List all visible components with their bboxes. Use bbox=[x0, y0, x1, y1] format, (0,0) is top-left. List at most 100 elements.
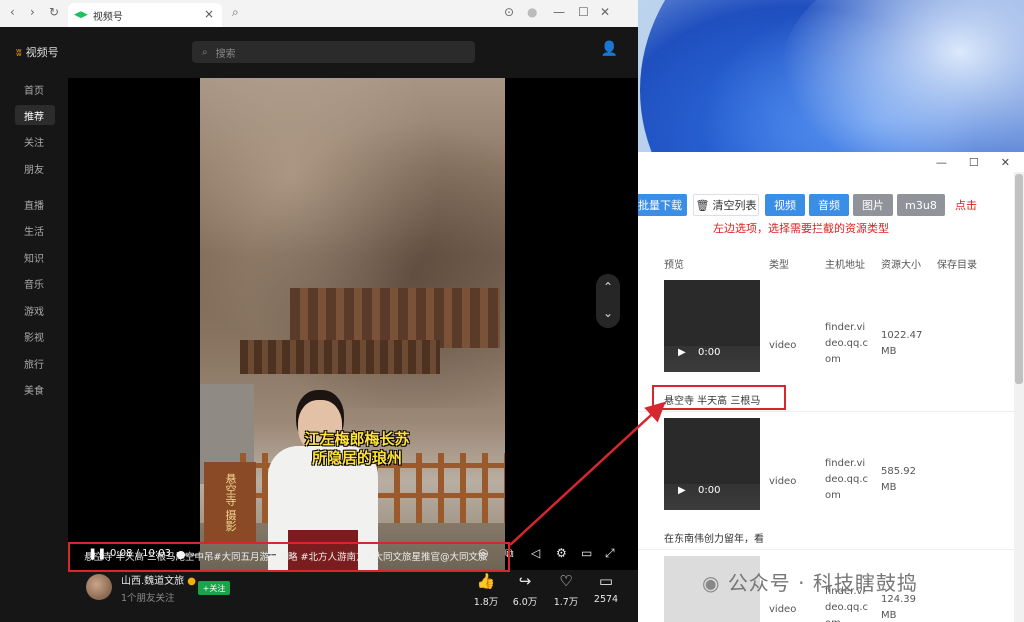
row-size: 1022.47 MB bbox=[881, 330, 923, 357]
download-icon[interactable]: ⊙ bbox=[504, 5, 514, 19]
comment-count: 2574 bbox=[593, 594, 619, 605]
col-type: 类型 bbox=[769, 260, 789, 271]
row-host: finder.video.qq.com bbox=[825, 322, 868, 365]
picture-in-picture-icon[interactable]: ▭ bbox=[581, 546, 592, 560]
forward-icon[interactable]: › bbox=[30, 5, 35, 19]
batch-download-button[interactable]: 批量下载 bbox=[633, 194, 687, 216]
comment-button[interactable]: ▭ 2574 bbox=[586, 572, 626, 605]
subtitle-line-2: 所隐居的琅州 bbox=[311, 449, 402, 467]
share-button[interactable]: ↪ 6.0万 bbox=[505, 572, 545, 608]
extension-icon[interactable]: ● bbox=[527, 5, 537, 19]
video-thumbnail[interactable]: ▶ 0:00 bbox=[664, 418, 760, 510]
video-nav-buttons: ⌃ ⌄ bbox=[596, 274, 620, 328]
row-size: 585.92 MB bbox=[881, 466, 916, 493]
thumbs-up-icon: 👍 bbox=[476, 572, 496, 590]
subtitle-line-1: 江左梅郎梅长苏 bbox=[304, 430, 410, 448]
clear-list-button[interactable]: 🗑 清空列表 bbox=[693, 194, 759, 216]
select-hint: 左边选项，选择需要拦截的资源类型 bbox=[713, 222, 889, 235]
sidebar-item-recommended[interactable]: 推荐 bbox=[15, 105, 55, 125]
sidebar-item-life[interactable]: 生活 bbox=[15, 220, 55, 240]
like-button[interactable]: 👍 1.8万 bbox=[466, 572, 506, 608]
favorite-button[interactable]: ♡ 1.7万 bbox=[546, 572, 586, 608]
clear-list-label: 清空列表 bbox=[712, 199, 757, 212]
filter-audio-button[interactable]: 音频 bbox=[809, 194, 849, 216]
filter-m3u8-button[interactable]: m3u8 bbox=[897, 194, 945, 216]
share-count: 6.0万 bbox=[512, 597, 538, 608]
table-row[interactable]: ▶ 0:00 video finder.video.qq.com 585.92 … bbox=[637, 416, 1024, 550]
video-subtitle: 江左梅郎梅长苏 所隐居的琅州 bbox=[272, 430, 442, 468]
scrollbar-thumb[interactable] bbox=[1015, 174, 1023, 384]
search-input[interactable]: ⌕ 搜索 bbox=[192, 41, 475, 63]
minimize-icon[interactable]: — bbox=[936, 156, 947, 169]
click-hint: 点击 bbox=[955, 199, 977, 212]
friends-following: 1个朋友关注 bbox=[121, 593, 175, 604]
minimize-icon[interactable]: — bbox=[553, 5, 565, 19]
browser-chrome: ‹ › ↻ ◀▶ 视频号 × ⌕ ⊙ ● — ☐ ✕ bbox=[0, 0, 638, 27]
settings-icon[interactable]: ⚙ bbox=[556, 546, 567, 560]
row-type: video bbox=[769, 604, 797, 615]
chevron-down-icon[interactable]: ⌄ bbox=[596, 300, 620, 326]
sidebar-item-games[interactable]: 游戏 bbox=[15, 300, 55, 320]
logo-text: 视频号 bbox=[25, 46, 59, 59]
search-icon: ⌕ bbox=[202, 46, 208, 58]
verified-icon: ● bbox=[187, 576, 196, 587]
chevron-up-icon[interactable]: ⌃ bbox=[596, 274, 620, 300]
caption-highlight-box bbox=[652, 385, 786, 410]
browser-window: ‹ › ↻ ◀▶ 视频号 × ⌕ ⊙ ● — ☐ ✕ ʬ 视频号 ⌕ 搜索 👤 首… bbox=[0, 0, 638, 622]
sidebar-item-knowledge[interactable]: 知识 bbox=[15, 247, 55, 267]
back-icon[interactable]: ‹ bbox=[10, 5, 15, 19]
tab-close-icon[interactable]: × bbox=[204, 7, 214, 21]
like-count: 1.8万 bbox=[473, 597, 499, 608]
share-icon: ↪ bbox=[518, 572, 532, 590]
row-type: video bbox=[769, 476, 797, 487]
sidebar-item-music[interactable]: 音乐 bbox=[15, 273, 55, 293]
sidebar-item-food[interactable]: 美食 bbox=[15, 379, 55, 399]
thumb-time: 0:00 bbox=[698, 347, 721, 358]
user-icon[interactable]: 👤 bbox=[601, 41, 618, 57]
play-icon[interactable]: ▶ bbox=[678, 347, 686, 358]
search-tab-icon[interactable]: ⌕ bbox=[232, 5, 239, 20]
follow-button[interactable]: +关注 bbox=[198, 581, 230, 595]
channels-favicon-icon: ◀▶ bbox=[74, 10, 88, 20]
table-header: 预览 类型 主机地址 资源大小 保存目录 bbox=[637, 256, 1024, 274]
close-icon[interactable]: ✕ bbox=[600, 5, 610, 19]
filter-video-button[interactable]: 视频 bbox=[765, 194, 805, 216]
watermark: ◉ 公众号 · 科技瞎鼓捣 bbox=[702, 567, 918, 596]
hanging-temple-lower bbox=[240, 340, 440, 374]
video-thumbnail[interactable]: ▶ 0:00 bbox=[664, 280, 760, 372]
browser-tab[interactable]: ◀▶ 视频号 × bbox=[68, 3, 222, 27]
video-player[interactable]: 悬空寺 摄影 江左梅郎梅长苏 所隐居的琅州 ⌃ ⌄ ❚❚ 0:08 / 10:0… bbox=[68, 78, 638, 570]
col-host: 主机地址 bbox=[825, 260, 865, 271]
col-preview: 预览 bbox=[664, 260, 684, 271]
row-type: video bbox=[769, 340, 797, 351]
sidebar-item-following[interactable]: 关注 bbox=[15, 131, 55, 151]
volume-icon[interactable]: ◁ bbox=[531, 546, 540, 560]
close-icon[interactable]: ✕ bbox=[1001, 156, 1010, 169]
reload-icon[interactable]: ↻ bbox=[49, 5, 59, 19]
avatar[interactable] bbox=[86, 574, 112, 600]
sidebar-item-film[interactable]: 影视 bbox=[15, 326, 55, 346]
watermark-text: 公众号 · 科技瞎鼓捣 bbox=[727, 571, 918, 595]
butterfly-logo-icon: ʬ bbox=[16, 46, 22, 59]
row-host: finder.video.qq.com bbox=[825, 458, 868, 501]
sidebar-item-travel[interactable]: 旅行 bbox=[15, 353, 55, 373]
sidebar-item-home[interactable]: 首页 bbox=[15, 79, 55, 99]
thumb-time: 0:00 bbox=[698, 485, 721, 496]
fullscreen-icon[interactable]: ⤢ bbox=[605, 546, 615, 561]
tool-scrollbar[interactable] bbox=[1014, 172, 1024, 622]
filter-image-button[interactable]: 图片 bbox=[853, 194, 893, 216]
temple-sign: 悬空寺 摄影 bbox=[204, 462, 256, 542]
comment-icon: ▭ bbox=[598, 572, 614, 590]
col-save-dir: 保存目录 bbox=[937, 260, 977, 271]
hanging-temple bbox=[290, 288, 500, 348]
channels-logo[interactable]: ʬ 视频号 bbox=[16, 44, 59, 60]
channels-app: ʬ 视频号 ⌕ 搜索 👤 首页 推荐 关注 朋友 直播 生活 知识 音乐 游戏 影… bbox=[0, 27, 638, 622]
tool-titlebar: — ☐ ✕ bbox=[637, 152, 1024, 172]
restore-icon[interactable]: ☐ bbox=[578, 5, 589, 19]
sidebar-item-friends[interactable]: 朋友 bbox=[15, 158, 55, 178]
sidebar-item-live[interactable]: 直播 bbox=[15, 194, 55, 214]
play-icon[interactable]: ▶ bbox=[678, 485, 686, 496]
maximize-icon[interactable]: ☐ bbox=[969, 156, 979, 169]
video-frame[interactable]: 悬空寺 摄影 江左梅郎梅长苏 所隐居的琅州 bbox=[200, 78, 505, 570]
author-name[interactable]: 山西.魏道文旅 ● bbox=[121, 572, 196, 587]
